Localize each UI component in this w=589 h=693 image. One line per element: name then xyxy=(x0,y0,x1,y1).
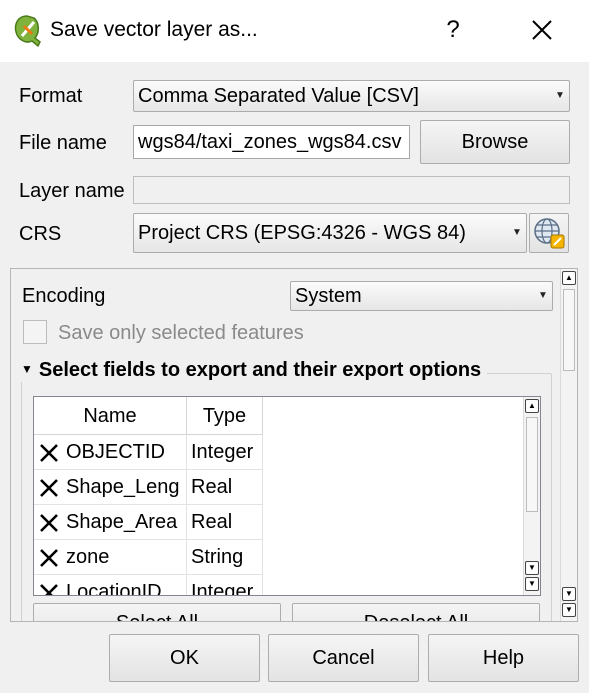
qgis-logo-icon xyxy=(14,15,41,48)
encoding-value: System xyxy=(295,285,362,307)
close-icon[interactable] xyxy=(520,8,564,52)
filename-input[interactable]: wgs84/taxi_zones_wgs84.csv xyxy=(133,125,410,159)
column-header-name[interactable]: Name xyxy=(34,397,187,435)
scroll-up-button[interactable]: ▲ xyxy=(562,271,576,285)
x-check-icon[interactable] xyxy=(38,582,60,596)
table-cell-name[interactable]: Shape_Leng xyxy=(34,470,187,505)
scroll-up-button[interactable]: ▲ xyxy=(525,399,539,413)
filename-label: File name xyxy=(19,132,107,154)
fields-group-title: Select fields to export and their export… xyxy=(38,359,482,381)
x-check-icon[interactable] xyxy=(38,547,60,569)
fields-group-header[interactable]: ▼ Select fields to export and their expor… xyxy=(21,359,488,382)
table-scrollbar[interactable]: ▲ ▼ ▼ xyxy=(523,397,540,595)
scroll-down-button[interactable]: ▼ xyxy=(562,603,576,617)
selected-only-label: Save only selected features xyxy=(58,322,304,344)
table-cell-type: String xyxy=(187,540,263,575)
title-help-button[interactable]: ? xyxy=(438,12,468,48)
encoding-label: Encoding xyxy=(22,285,106,307)
cancel-button[interactable]: Cancel xyxy=(268,634,419,682)
format-value: Comma Separated Value [CSV] xyxy=(138,85,419,107)
field-name: LocationID xyxy=(66,581,162,596)
field-name: OBJECTID xyxy=(66,441,165,463)
crs-selector-button[interactable] xyxy=(529,213,569,253)
help-button[interactable]: Help xyxy=(428,634,579,682)
crs-label: CRS xyxy=(19,223,62,245)
field-name: zone xyxy=(66,546,110,568)
window-title: Save vector layer as... xyxy=(50,18,258,41)
column-header-type[interactable]: Type xyxy=(187,397,263,435)
crs-combobox[interactable]: Project CRS (EPSG:4326 - WGS 84) ▼ xyxy=(133,213,527,253)
table-cell-type: Real xyxy=(187,470,263,505)
field-name: Shape_Leng xyxy=(66,476,180,498)
table-cell-name[interactable]: OBJECTID xyxy=(34,435,187,470)
fields-table: Name Type OBJECTID Integer Shape_Leng Real S… xyxy=(33,396,541,596)
table-cell-type: Real xyxy=(187,505,263,540)
title-bar: Save vector layer as... ? xyxy=(0,0,589,62)
select-all-button[interactable]: Select All xyxy=(33,603,281,621)
selected-only-checkbox[interactable] xyxy=(23,320,47,344)
deselect-all-button[interactable]: Deselect All xyxy=(292,603,540,621)
table-cell-name[interactable]: Shape_Area xyxy=(34,505,187,540)
dropdown-arrow-icon: ▼ xyxy=(555,90,565,101)
ok-button[interactable]: OK xyxy=(109,634,260,682)
x-check-icon[interactable] xyxy=(38,477,60,499)
options-panel: Encoding System ▼ Save only selected fea… xyxy=(10,268,578,622)
scroll-thumb[interactable] xyxy=(563,289,575,371)
scroll-down-button[interactable]: ▼ xyxy=(525,577,539,591)
layername-label: Layer name xyxy=(19,180,125,202)
browse-button[interactable]: Browse xyxy=(420,120,570,164)
table-cell-name[interactable]: zone xyxy=(34,540,187,575)
scroll-down-button[interactable]: ▼ xyxy=(525,561,539,575)
scroll-thumb[interactable] xyxy=(526,417,538,512)
scroll-down-button[interactable]: ▼ xyxy=(562,587,576,601)
dropdown-arrow-icon: ▼ xyxy=(538,290,548,301)
format-combobox[interactable]: Comma Separated Value [CSV] ▼ xyxy=(133,80,570,112)
filename-value: wgs84/taxi_zones_wgs84.csv xyxy=(138,131,402,153)
field-name: Shape_Area xyxy=(66,511,178,533)
panel-scrollbar[interactable]: ▲ ▼ ▼ xyxy=(560,269,577,621)
format-label: Format xyxy=(19,85,83,107)
x-check-icon[interactable] xyxy=(38,442,60,464)
dropdown-arrow-icon: ▼ xyxy=(512,227,522,238)
table-cell-name[interactable]: LocationID xyxy=(34,575,187,596)
table-cell-type: Integer xyxy=(187,575,263,595)
x-check-icon[interactable] xyxy=(38,512,60,534)
triangle-down-icon: ▼ xyxy=(21,362,33,376)
layername-input xyxy=(133,176,570,204)
crs-value: Project CRS (EPSG:4326 - WGS 84) xyxy=(138,222,466,244)
table-cell-type: Integer xyxy=(187,435,263,470)
globe-projection-icon xyxy=(534,218,565,249)
encoding-combobox[interactable]: System ▼ xyxy=(290,281,553,311)
